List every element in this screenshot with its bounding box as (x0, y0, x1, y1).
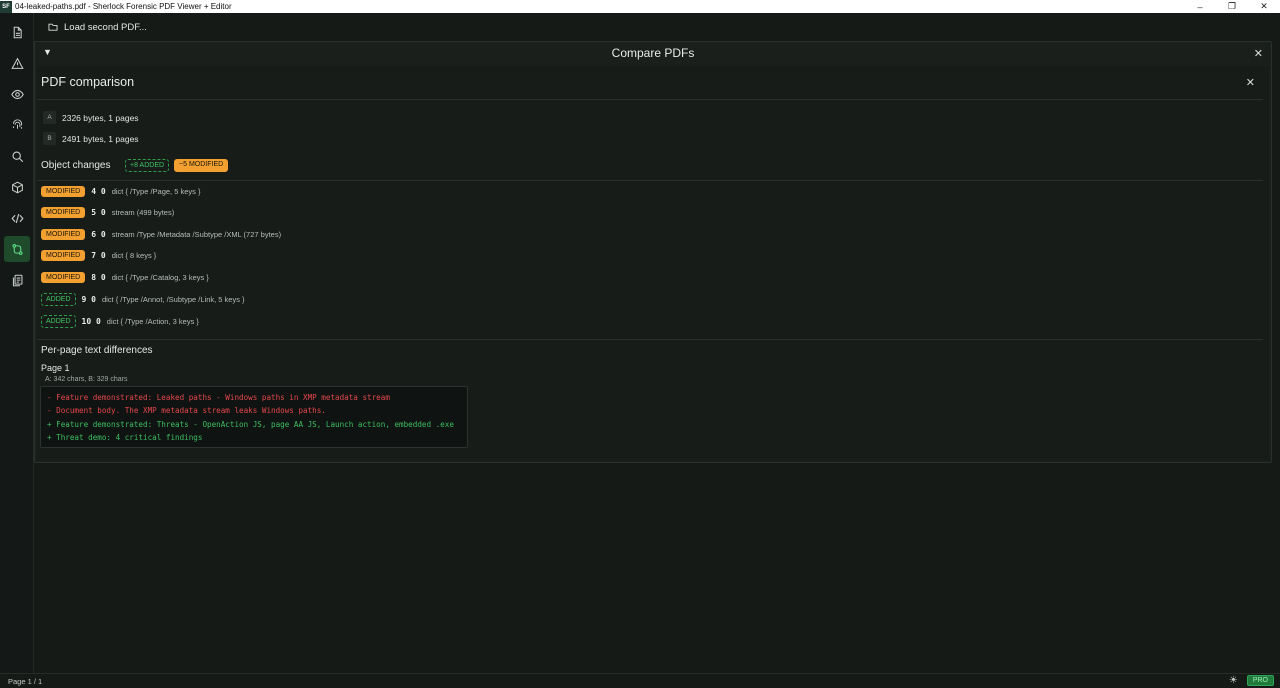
document-icon (13, 26, 22, 38)
table-row[interactable]: ADDED 9 0 dict { /Type /Annot, /Subtype … (41, 293, 245, 306)
table-row[interactable]: MODIFIED 6 0 stream /Type /Metadata /Sub… (41, 229, 281, 240)
diff-line-removed: - Feature demonstrated: Leaked paths - W… (47, 393, 390, 402)
status-badge: MODIFIED (41, 186, 86, 197)
close-icon[interactable]: ✕ (1254, 47, 1263, 60)
object-desc: dict { /Type /Annot, /Subtype /Link, 5 k… (101, 295, 245, 304)
sidebar-item-document[interactable] (4, 19, 30, 45)
file-letter: A (43, 111, 56, 124)
close-window-button[interactable]: ✕ (1248, 0, 1280, 13)
text-diff-box: - Feature demonstrated: Leaked paths - W… (40, 386, 468, 448)
compare-header: ▼ Compare PDFs ✕ (35, 42, 1271, 64)
page-meta: A: 342 chars, B: 329 chars (45, 376, 128, 383)
status-badge: MODIFIED (41, 229, 86, 240)
sidebar-item-code[interactable] (4, 205, 30, 231)
pages-icon (12, 274, 22, 286)
text-diff-title: Per-page text differences (41, 345, 153, 356)
status-bar: Page 1 / 1 ☀ PRO (0, 673, 1280, 688)
collapse-toggle-icon[interactable]: ▼ (43, 47, 52, 57)
table-row[interactable]: MODIFIED 5 0 stream (499 bytes) (41, 207, 174, 218)
sidebar-item-compare[interactable] (4, 236, 30, 262)
modified-count-badge: ~5 MODIFIED (174, 159, 229, 172)
diff-line-added: + Feature demonstrated: Threats - OpenAc… (47, 419, 454, 429)
table-row[interactable]: ADDED 10 0 dict { /Type /Action, 3 keys … (41, 315, 199, 328)
file-info: 2491 bytes, 1 pages (62, 133, 139, 144)
restore-button[interactable]: ❐ (1216, 0, 1248, 13)
object-changes-title: Object changes (41, 160, 111, 171)
sidebar (0, 13, 34, 673)
object-desc: dict { /Type /Page, 5 keys } (111, 187, 201, 196)
object-ref: 6 0 (91, 230, 106, 239)
title-bar: SF 04-leaked-paths.pdf - Sherlock Forens… (0, 0, 1280, 13)
toolbar: Load second PDF... (34, 13, 1280, 41)
pdf-comparison-card: PDF comparison ✕ A 2326 bytes, 1 pages B… (37, 66, 1269, 460)
object-ref: 5 0 (91, 208, 106, 217)
sun-icon[interactable]: ☀ (1229, 675, 1238, 686)
table-row[interactable]: MODIFIED 4 0 dict { /Type /Page, 5 keys … (41, 186, 201, 197)
divider (37, 99, 1263, 100)
pro-badge: PRO (1246, 675, 1274, 686)
change-summary: +8 ADDED ~5 MODIFIED (125, 159, 229, 172)
compare-title: Compare PDFs (611, 46, 695, 60)
status-badge: MODIFIED (41, 272, 86, 283)
sidebar-item-search[interactable] (4, 143, 30, 169)
sidebar-item-objects[interactable] (4, 174, 30, 200)
file-letter: B (43, 132, 56, 145)
window-controls: – ❐ ✕ (1184, 0, 1280, 13)
fingerprint-icon (12, 118, 22, 129)
sidebar-item-view[interactable] (4, 81, 30, 107)
sidebar-item-warnings[interactable] (4, 50, 30, 76)
object-desc: dict { /Type /Action, 3 keys } (106, 317, 199, 326)
load-second-pdf-label: Load second PDF... (64, 21, 147, 33)
divider (37, 339, 1263, 340)
divider (37, 180, 1263, 181)
object-desc: dict { /Type /Catalog, 3 keys } (111, 273, 209, 282)
folder-icon (48, 23, 58, 31)
section-title: PDF comparison (41, 75, 135, 89)
status-badge: MODIFIED (41, 207, 86, 218)
page-indicator: Page 1 / 1 (8, 676, 43, 686)
close-comparison-icon[interactable]: ✕ (1246, 76, 1255, 89)
file-row-b: B 2491 bytes, 1 pages (43, 132, 139, 145)
status-right: ☀ PRO (1229, 675, 1274, 686)
page-label: Page 1 (41, 363, 70, 373)
app-logo: SF (0, 0, 12, 13)
table-row[interactable]: MODIFIED 8 0 dict { /Type /Catalog, 3 ke… (41, 272, 209, 283)
file-row-a: A 2326 bytes, 1 pages (43, 111, 139, 124)
file-info: 2326 bytes, 1 pages (62, 112, 139, 123)
status-badge: MODIFIED (41, 250, 86, 261)
search-icon (11, 150, 23, 162)
compare-panel: ▼ Compare PDFs ✕ PDF comparison ✕ A 2326… (34, 41, 1272, 463)
cube-icon (11, 181, 23, 193)
object-desc: stream (499 bytes) (111, 208, 175, 217)
table-row[interactable]: MODIFIED 7 0 dict { 8 keys } (41, 250, 156, 261)
object-ref: 10 0 (81, 317, 101, 326)
minimize-button[interactable]: – (1184, 0, 1216, 13)
diff-line-removed: - Document body. The XMP metadata stream… (47, 406, 326, 416)
status-badge: ADDED (41, 293, 76, 306)
object-ref: 8 0 (91, 273, 106, 282)
object-ref: 9 0 (81, 295, 96, 304)
load-second-pdf-button[interactable]: Load second PDF... (48, 22, 147, 33)
status-badge: ADDED (41, 315, 76, 328)
object-ref: 7 0 (91, 251, 106, 260)
object-ref: 4 0 (91, 187, 106, 196)
compare-icon (11, 243, 23, 255)
sidebar-item-pages[interactable] (4, 267, 30, 293)
added-count-badge: +8 ADDED (125, 159, 170, 172)
object-desc: dict { 8 keys } (111, 251, 157, 260)
code-icon (10, 213, 24, 223)
eye-icon (10, 89, 24, 99)
warning-icon (10, 57, 24, 69)
object-desc: stream /Type /Metadata /Subtype /XML (72… (111, 230, 282, 239)
window-title: 04-leaked-paths.pdf - Sherlock Forensic … (15, 2, 232, 11)
diff-line-added: + Threat demo: 4 critical findings (47, 433, 203, 443)
sidebar-item-fingerprint[interactable] (4, 112, 30, 138)
